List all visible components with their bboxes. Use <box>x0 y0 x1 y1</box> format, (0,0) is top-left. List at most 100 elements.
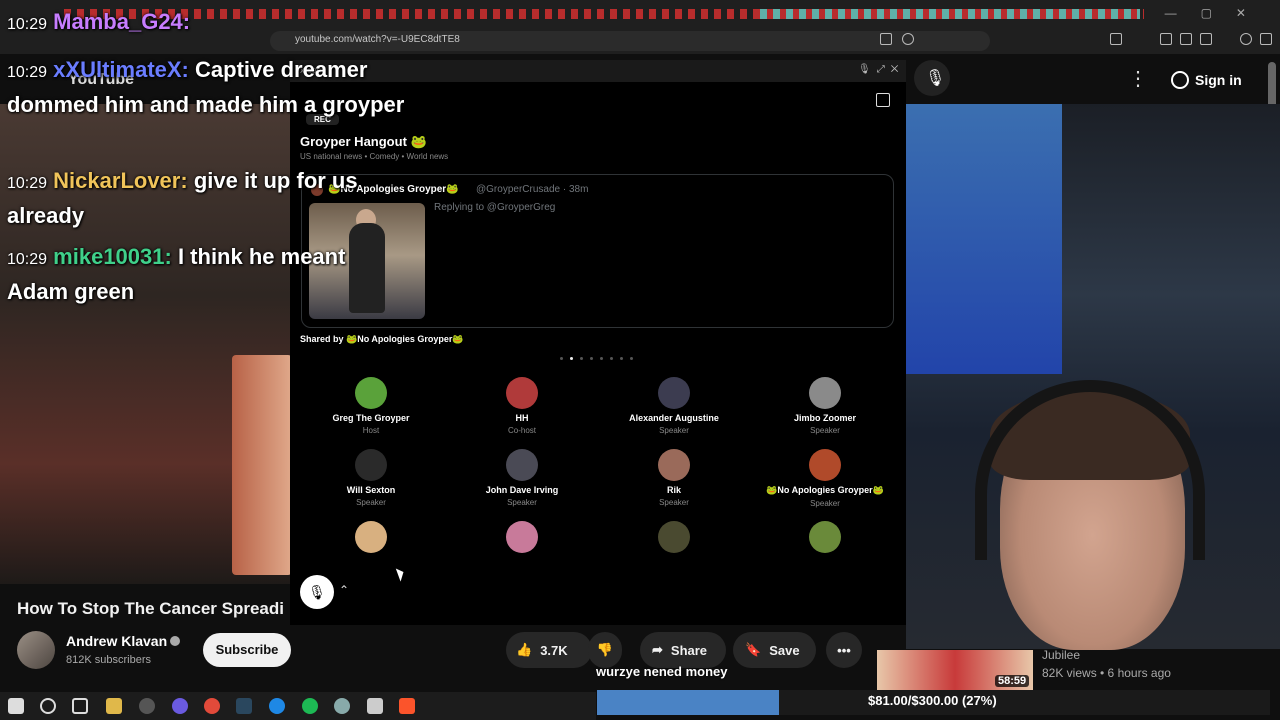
participant-name: John Dave Irving <box>485 485 559 495</box>
donation-goal-text: $81.00/$300.00 (27%) <box>868 693 997 708</box>
more-options-icon[interactable]: ⋮ <box>1128 66 1148 91</box>
carousel-pager[interactable] <box>560 357 640 361</box>
start-icon[interactable] <box>8 698 24 714</box>
space-participant[interactable]: HH Co-host <box>447 377 597 435</box>
space-mic-button[interactable]: 🎙 <box>300 575 334 609</box>
space-participant[interactable]: Alexander Augustine Speaker <box>599 377 749 435</box>
space-participant[interactable]: Greg The Groyper Host <box>296 377 446 435</box>
wallet-icon[interactable] <box>1200 33 1212 45</box>
channel-avatar[interactable] <box>17 631 55 669</box>
search-icon[interactable] <box>40 698 56 714</box>
spotify-icon[interactable] <box>302 698 318 714</box>
space-participant[interactable]: 🐸No Apologies Groyper🐸 Speaker <box>750 449 900 508</box>
participant-name: Alexander Augustine <box>629 413 719 423</box>
participant-role: Speaker <box>810 499 840 508</box>
chat-timestamp: 10:29 <box>7 251 48 268</box>
more-icon: ••• <box>837 642 851 658</box>
chat-timestamp: 10:29 <box>7 16 48 33</box>
tab-favicons-2[interactable] <box>760 9 1140 19</box>
chevron-up-icon[interactable]: ⌃ <box>339 583 349 597</box>
screen-share-icon[interactable] <box>880 33 892 45</box>
edge-icon[interactable] <box>269 698 285 714</box>
space-participant[interactable] <box>447 521 597 557</box>
recommended-channel[interactable]: Jubilee <box>1042 648 1080 662</box>
video-title: How To Stop The Cancer Spreadi <box>17 599 284 618</box>
donation-goal-fill <box>597 690 779 715</box>
space-participant[interactable]: Rik Speaker <box>599 449 749 507</box>
more-actions-button[interactable]: ••• <box>826 632 862 668</box>
space-participant[interactable] <box>750 521 900 557</box>
tweet-reply-to[interactable]: Replying to @GroyperGreg <box>434 202 555 213</box>
subscriber-count: 812K subscribers <box>66 654 151 666</box>
channel-name[interactable]: Andrew Klavan <box>66 633 167 649</box>
extensions-icon[interactable] <box>1110 33 1122 45</box>
chat-username: mike10031: <box>53 244 172 269</box>
taskbar <box>0 692 596 720</box>
chat-message: 10:29 NickarLover: give it up for us alr… <box>7 165 427 232</box>
participant-avatar[interactable] <box>506 521 538 553</box>
voice-search-button[interactable]: 🎙 <box>914 60 950 96</box>
expand-icon[interactable] <box>876 93 890 107</box>
zoom-icon[interactable] <box>902 33 914 45</box>
sign-in-button[interactable]: Sign in <box>1165 64 1252 96</box>
space-participant[interactable]: Will Sexton Speaker <box>296 449 446 507</box>
chat-message: 10:29 mike10031: I think he meant Adam g… <box>7 241 407 308</box>
participant-name: Greg The Groyper <box>332 413 410 423</box>
discord-icon[interactable] <box>172 698 188 714</box>
url-text[interactable]: youtube.com/watch?v=-U9EC8dtTE8 <box>295 34 460 45</box>
participant-name: HH <box>515 413 529 423</box>
participant-role: Host <box>362 426 380 435</box>
app-icon-2[interactable] <box>367 698 383 714</box>
participant-avatar[interactable] <box>658 449 690 481</box>
brave-icon[interactable] <box>399 698 415 714</box>
participant-avatar[interactable] <box>809 521 841 553</box>
file-explorer-icon[interactable] <box>106 698 122 714</box>
browser-tab-strip[interactable]: —▢✕ <box>0 0 1280 28</box>
verified-icon <box>170 636 180 646</box>
space-window-controls[interactable]: 🎙⤢✕ <box>858 64 904 75</box>
window-controls[interactable]: —▢✕ <box>1165 6 1270 20</box>
sign-in-label: Sign in <box>1195 72 1242 88</box>
participant-role: Co-host <box>507 426 536 435</box>
steam-icon[interactable] <box>236 698 252 714</box>
participant-avatar[interactable] <box>355 449 387 481</box>
space-topics: US national news • Comedy • World news <box>300 152 449 161</box>
participant-avatar[interactable] <box>506 449 538 481</box>
chat-timestamp: 10:29 <box>7 175 48 192</box>
participant-avatar[interactable] <box>809 377 841 409</box>
participant-avatar[interactable] <box>506 377 538 409</box>
media-icon[interactable] <box>1160 33 1172 45</box>
participant-avatar[interactable] <box>355 521 387 553</box>
chat-message: 10:29 Mamba_G24: <box>7 6 190 41</box>
recommended-meta: 82K views • 6 hours ago <box>1042 666 1171 680</box>
space-participant[interactable] <box>296 521 446 557</box>
space-participant[interactable]: John Dave Irving Speaker <box>447 449 597 507</box>
subscribe-button[interactable]: Subscribe <box>203 633 291 667</box>
account-icon <box>1171 71 1189 89</box>
like-count: 3.7K <box>540 642 568 658</box>
participant-name: Will Sexton <box>346 485 396 495</box>
participant-avatar[interactable] <box>658 377 690 409</box>
bookmark-icon: 🔖 <box>745 642 762 657</box>
participant-avatar[interactable] <box>809 449 841 481</box>
participant-avatar[interactable] <box>658 521 690 553</box>
brave-rewards-icon[interactable] <box>1240 33 1252 45</box>
menu-icon[interactable] <box>1260 33 1272 45</box>
tweet-handle: @GroyperCrusade · 38m <box>476 184 589 195</box>
chrome-icon[interactable] <box>204 698 220 714</box>
shared-by-label: Shared by 🐸No Apologies Groyper🐸 <box>300 334 464 344</box>
dislike-button[interactable]: 👎 <box>588 632 622 668</box>
task-view-icon[interactable] <box>72 698 88 714</box>
share-button[interactable]: ➦ Share <box>640 632 726 668</box>
space-participant[interactable] <box>599 521 749 557</box>
like-button[interactable]: 👍 3.7K <box>506 632 592 668</box>
sidebar-icon[interactable] <box>1180 33 1192 45</box>
app-icon[interactable] <box>334 698 350 714</box>
participant-avatar[interactable] <box>355 377 387 409</box>
space-participant[interactable]: Jimbo Zoomer Speaker <box>750 377 900 435</box>
obs-icon[interactable] <box>139 698 155 714</box>
participant-role: Speaker <box>810 426 840 435</box>
save-button[interactable]: 🔖 Save <box>733 632 816 668</box>
chat-username: xXUltimateX: <box>53 57 189 82</box>
mic-icon: 🎙 <box>308 584 326 600</box>
